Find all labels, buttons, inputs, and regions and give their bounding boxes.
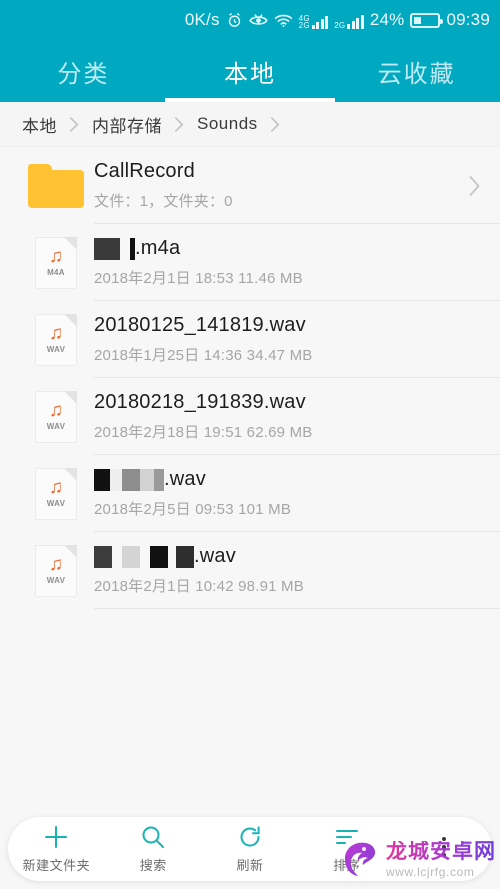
clock: 09:39 <box>446 10 490 29</box>
list-item[interactable]: ♫ WAV 20180218_191839.wav 2018年2月18日 19:… <box>0 378 500 455</box>
list-item[interactable]: ♫ WAV 20180125_141819.wav 2018年1月25日 14:… <box>0 301 500 378</box>
redacted-name <box>94 468 164 491</box>
list-item-title: .wav <box>94 545 480 568</box>
list-item-title: CallRecord <box>94 160 461 183</box>
list-item-subtitle: 2018年1月25日 14:36 34.47 MB <box>94 347 313 364</box>
list-item-title: 20180218_191839.wav <box>94 391 480 414</box>
list-item-title: .wav <box>94 468 480 491</box>
tab-cloud-favorites[interactable]: 云收藏 <box>333 40 500 102</box>
list-item-subtitle: 2018年2月1日 10:42 98.91 MB <box>94 578 304 595</box>
new-folder-button[interactable]: 新建文件夹 <box>8 824 105 874</box>
chevron-right-icon <box>174 116 185 133</box>
list-item-name: 20180125_141819.wav <box>94 314 306 336</box>
phone-screen: 0K/s 4G 2G 2G 24% 09:39 分类 本地 云收藏 本地 内部存… <box>0 0 500 889</box>
breadcrumb-item-internal-storage[interactable]: 内部存储 <box>92 112 162 137</box>
list-item-meta: CallRecord 文件：1，文件夹：0 <box>94 160 467 211</box>
list-item[interactable]: ♫ M4A .m4a 2018年2月1日 18:53 11.46 MB <box>0 224 500 301</box>
music-file-icon: ♫ WAV <box>18 544 94 597</box>
music-file-icon: ♫ WAV <box>18 390 94 443</box>
file-ext-label: WAV <box>46 421 66 431</box>
list-item-title: .m4a <box>94 237 480 260</box>
folder-icon <box>18 163 94 208</box>
alarm-icon <box>226 12 243 29</box>
tab-bar: 分类 本地 云收藏 <box>0 40 500 102</box>
breadcrumb: 本地 内部存储 Sounds <box>0 102 500 147</box>
list-item-title: 20180125_141819.wav <box>94 314 480 337</box>
search-button[interactable]: 搜索 <box>105 824 202 874</box>
sort-button[interactable]: 排序 <box>298 824 395 874</box>
file-ext-label: WAV <box>46 498 66 508</box>
redacted-name <box>94 545 194 568</box>
redacted-name <box>94 237 135 260</box>
tab-local[interactable]: 本地 <box>167 40 334 102</box>
music-file-icon: ♫ WAV <box>18 313 94 366</box>
bottom-toolbar: 新建文件夹 搜索 刷新 排序 <box>8 817 492 881</box>
refresh-icon <box>237 824 263 850</box>
search-label: 搜索 <box>139 858 167 873</box>
list-item-name: 20180218_191839.wav <box>94 391 306 413</box>
refresh-button[interactable]: 刷新 <box>202 824 299 874</box>
list-item-subtitle: 文件：1，文件夹：0 <box>94 193 233 210</box>
file-ext-label: M4A <box>47 267 65 277</box>
list-item-name: .m4a <box>135 237 181 259</box>
list-item-name: .wav <box>164 468 206 490</box>
list-item[interactable]: ♫ WAV .wav 2018年2月1日 10:42 98.91 MB <box>0 532 500 609</box>
tab-categories-label: 分类 <box>57 60 110 88</box>
music-file-icon: ♫ M4A <box>18 236 94 289</box>
new-folder-label: 新建文件夹 <box>22 858 91 873</box>
wifi-icon <box>274 13 293 28</box>
tab-categories[interactable]: 分类 <box>0 40 167 102</box>
search-icon <box>140 824 166 850</box>
music-file-icon: ♫ WAV <box>18 467 94 520</box>
more-options-button[interactable] <box>395 834 492 865</box>
plus-icon <box>43 824 69 850</box>
list-item-subtitle: 2018年2月5日 09:53 101 MB <box>94 501 292 518</box>
list-item-meta: .m4a 2018年2月1日 18:53 11.46 MB <box>94 237 486 288</box>
list-item[interactable]: CallRecord 文件：1，文件夹：0 <box>0 147 500 224</box>
list-item-subtitle: 2018年2月18日 19:51 62.69 MB <box>94 424 313 441</box>
tab-cloud-favorites-label: 云收藏 <box>377 60 456 88</box>
signal-2g-icon: 2G <box>334 12 364 29</box>
refresh-label: 刷新 <box>236 858 264 873</box>
battery-icon <box>410 12 444 28</box>
row-divider <box>94 608 500 609</box>
list-item-name: CallRecord <box>94 160 195 182</box>
network-speed: 0K/s <box>184 10 220 29</box>
more-vertical-icon <box>441 834 446 860</box>
sort-icon <box>334 824 360 850</box>
chevron-right-icon[interactable] <box>467 174 486 198</box>
eye-icon <box>248 13 268 28</box>
list-item-subtitle: 2018年2月1日 18:53 11.46 MB <box>94 270 303 287</box>
list-item[interactable]: ♫ WAV .wav 2018年2月5日 09:53 101 MB <box>0 455 500 532</box>
file-ext-label: WAV <box>46 575 66 585</box>
chevron-right-icon <box>270 116 281 133</box>
list-item-name: .wav <box>194 545 236 567</box>
file-ext-label: WAV <box>46 344 66 354</box>
battery-percent: 24% <box>369 10 405 29</box>
signal-4g-icon: 4G 2G <box>299 12 329 29</box>
tab-local-label: 本地 <box>224 60 276 88</box>
list-item-meta: 20180218_191839.wav 2018年2月18日 19:51 62.… <box>94 391 486 442</box>
list-item-meta: .wav 2018年2月1日 10:42 98.91 MB <box>94 545 486 596</box>
chevron-right-icon <box>69 116 80 133</box>
sort-label: 排序 <box>333 858 361 873</box>
list-item-meta: 20180125_141819.wav 2018年1月25日 14:36 34.… <box>94 314 486 365</box>
list-item-meta: .wav 2018年2月5日 09:53 101 MB <box>94 468 486 519</box>
breadcrumb-item-local[interactable]: 本地 <box>22 112 57 137</box>
status-bar: 0K/s 4G 2G 2G 24% 09:39 <box>0 0 500 40</box>
breadcrumb-item-sounds[interactable]: Sounds <box>197 114 258 134</box>
file-list: CallRecord 文件：1，文件夹：0 ♫ M4A .m4a 2018年2月… <box>0 147 500 609</box>
